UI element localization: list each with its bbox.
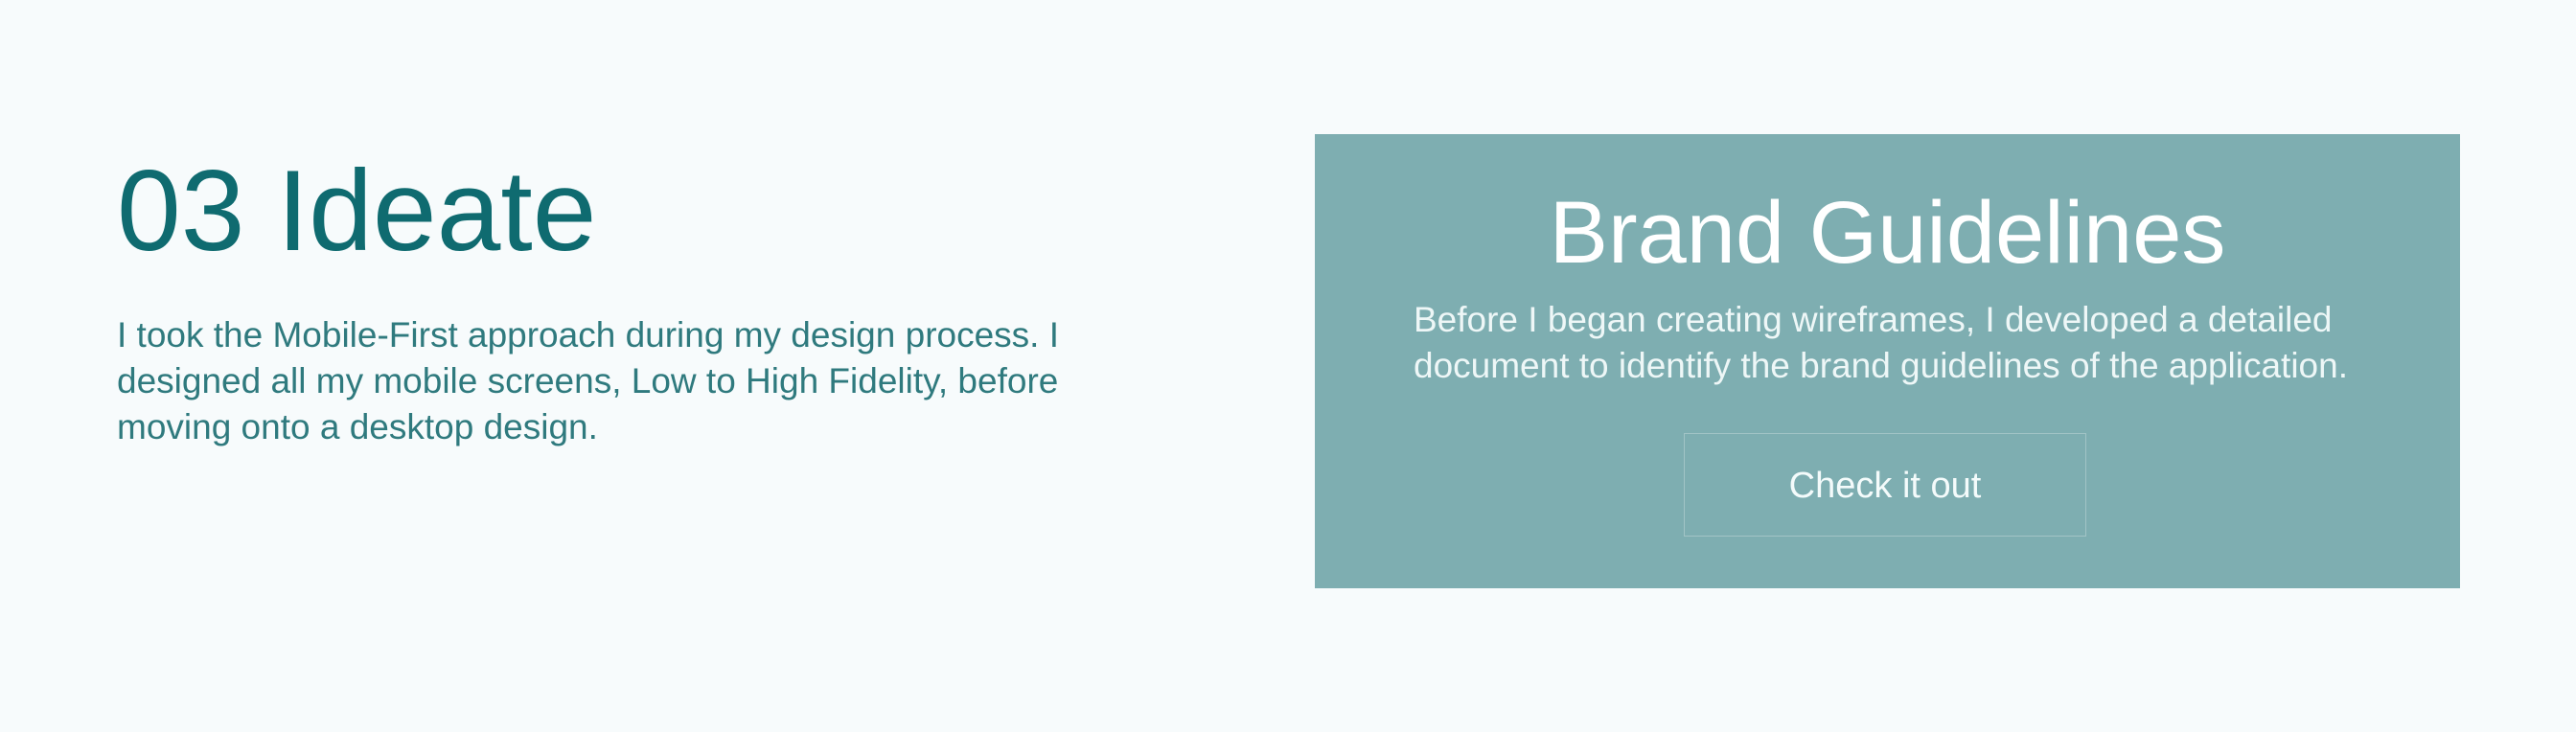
card-title: Brand Guidelines: [1549, 184, 2226, 282]
section-heading: 03 Ideate: [117, 147, 597, 275]
brand-guidelines-card: Brand Guidelines Before I began creating…: [1315, 134, 2460, 588]
card-description: Before I began creating wireframes, I de…: [1414, 300, 2348, 385]
check-it-out-button[interactable]: Check it out: [1684, 433, 2086, 537]
ideate-section: 03 Ideate I took the Mobile-First approa…: [117, 144, 1114, 450]
section-description: I took the Mobile-First approach during …: [117, 315, 1060, 446]
